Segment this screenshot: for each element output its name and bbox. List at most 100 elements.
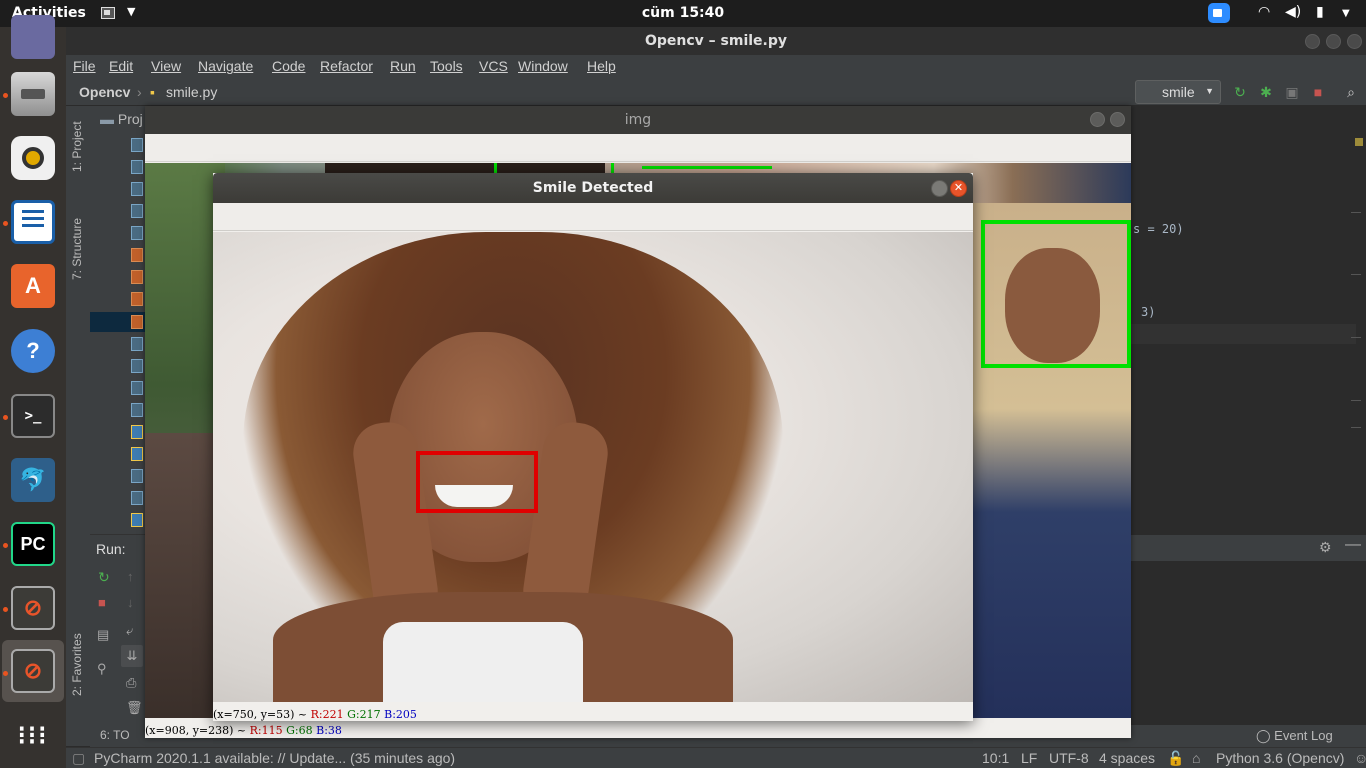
code-fragment: 3) <box>1141 305 1155 319</box>
python-interpreter[interactable]: Python 3.6 (Opencv) <box>1216 750 1344 766</box>
menu-file[interactable]: File <box>73 58 96 74</box>
caret-line-highlight <box>1131 324 1356 344</box>
pin-icon[interactable]: ⚲ <box>97 661 107 677</box>
scroll-to-end-icon[interactable]: ⇊ <box>121 645 143 667</box>
tab-todo[interactable]: 6: TO <box>100 728 130 742</box>
file-icon[interactable] <box>131 381 143 395</box>
stop-icon[interactable]: ■ <box>98 595 106 610</box>
file-icon[interactable] <box>131 337 143 351</box>
pycharm-icon[interactable]: PC <box>11 522 55 566</box>
system-menu-chevron-icon[interactable]: ▼ <box>1342 8 1350 19</box>
rerun-icon[interactable]: ↻ <box>98 569 110 586</box>
coverage-icon[interactable]: ▣ <box>1284 84 1300 100</box>
close-button[interactable] <box>1110 112 1125 127</box>
file-icon[interactable] <box>131 491 143 505</box>
smile-photo[interactable] <box>213 232 973 702</box>
battery-icon[interactable]: ▮ <box>1316 4 1324 20</box>
smile-window-title-bar[interactable]: Smile Detected <box>213 173 973 203</box>
wifi-icon[interactable]: ◠ <box>1258 4 1270 20</box>
minimize-button[interactable] <box>1090 112 1105 127</box>
line-separator[interactable]: LF <box>1021 750 1037 766</box>
file-icon[interactable] <box>131 182 143 196</box>
keyboard-layout-icon[interactable] <box>101 7 115 19</box>
img-window-title-bar[interactable]: img <box>145 106 1131 134</box>
smile-detected-window[interactable]: Smile Detected ✕ (x=750, y=53) ~ R:221 G… <box>213 173 973 721</box>
lock-icon[interactable]: 🔓 <box>1167 750 1184 767</box>
project-panel-header: ▬ Proj <box>100 111 143 127</box>
file-icon[interactable] <box>131 138 143 152</box>
software-icon[interactable]: A <box>11 264 55 308</box>
indent-setting[interactable]: 4 spaces <box>1099 750 1155 766</box>
trash-icon[interactable]: 🗑 <box>126 700 143 716</box>
minimize-panel-icon[interactable]: — <box>1345 536 1361 554</box>
menu-view[interactable]: View <box>151 58 181 74</box>
xml-file-icon[interactable] <box>131 315 143 329</box>
rhythmbox-icon[interactable] <box>11 136 55 180</box>
python-file-icon[interactable] <box>131 447 143 461</box>
print-icon[interactable]: ⎙ <box>126 675 136 691</box>
writer-icon[interactable] <box>11 200 55 244</box>
python-file-icon[interactable] <box>131 513 143 527</box>
close-button[interactable]: ✕ <box>950 180 967 197</box>
terminal-icon[interactable]: >_ <box>11 394 55 438</box>
opencv-window-icon[interactable]: ⊘ <box>11 586 55 630</box>
mail-icon[interactable] <box>11 15 55 59</box>
file-icon[interactable] <box>131 226 143 240</box>
file-icon[interactable] <box>131 160 143 174</box>
layout-icon[interactable]: ▤ <box>97 627 109 643</box>
rerun-icon[interactable]: ↻ <box>1232 84 1248 100</box>
inspector-icon[interactable]: ☺ <box>1354 750 1366 766</box>
volume-icon[interactable]: ◀) <box>1285 4 1301 20</box>
tab-project[interactable]: 1: Project <box>70 121 84 172</box>
run-configuration-select[interactable]: smile ▼ <box>1135 80 1221 104</box>
gear-icon[interactable]: ⚙ <box>1319 539 1332 556</box>
menu-vcs[interactable]: VCS <box>479 58 508 74</box>
close-button[interactable] <box>1347 34 1362 49</box>
breadcrumb-project[interactable]: Opencv <box>79 84 130 100</box>
minimize-button[interactable] <box>931 180 948 197</box>
file-icon[interactable] <box>131 359 143 373</box>
menu-help[interactable]: Help <box>587 58 616 74</box>
files-icon[interactable] <box>11 72 55 116</box>
file-icon[interactable] <box>131 469 143 483</box>
file-encoding[interactable]: UTF-8 <box>1049 750 1089 766</box>
chevron-down-icon[interactable]: ▼ <box>127 5 135 18</box>
xml-file-icon[interactable] <box>131 292 143 306</box>
event-log-button[interactable]: ◯ Event Log <box>1256 728 1333 744</box>
help-icon[interactable]: ? <box>11 329 55 373</box>
menu-window[interactable]: Window <box>518 58 568 74</box>
caret-position[interactable]: 10:1 <box>982 750 1009 766</box>
tab-favorites[interactable]: 2: Favorites <box>70 633 84 696</box>
menu-tools[interactable]: Tools <box>430 58 463 74</box>
file-icon[interactable] <box>131 403 143 417</box>
clock[interactable]: cüm 15:40 <box>0 5 1366 21</box>
menu-refactor[interactable]: Refactor <box>320 58 373 74</box>
update-notification[interactable]: PyCharm 2020.1.1 available: // Update...… <box>94 750 455 766</box>
menu-edit[interactable]: Edit <box>109 58 133 74</box>
menu-run[interactable]: Run <box>390 58 416 74</box>
apps-grid-icon[interactable]: ⁝⁝⁝ <box>11 713 55 757</box>
tab-structure[interactable]: 7: Structure <box>70 218 84 280</box>
run-tool-header: ⚙ — <box>1131 535 1366 561</box>
file-icon[interactable] <box>131 204 143 218</box>
python-file-icon[interactable] <box>131 425 143 439</box>
minimize-button[interactable] <box>1305 34 1320 49</box>
stop-icon[interactable]: ■ <box>1310 84 1326 100</box>
zoom-icon[interactable] <box>1208 3 1230 23</box>
arrow-down-icon[interactable]: ↓ <box>127 595 134 610</box>
opencv-window-icon[interactable]: ⊘ <box>11 649 55 693</box>
mysql-icon[interactable]: 🐬 <box>11 458 55 502</box>
maximize-button[interactable] <box>1326 34 1341 49</box>
xml-file-icon[interactable] <box>131 270 143 284</box>
xml-file-icon[interactable] <box>131 248 143 262</box>
arrow-up-icon[interactable]: ↑ <box>127 569 134 584</box>
inspection-indicator[interactable] <box>1355 138 1363 146</box>
search-everywhere-icon[interactable]: ⌕ <box>1343 84 1359 100</box>
debug-icon[interactable]: ✱ <box>1258 84 1274 100</box>
status-toggle-icon[interactable]: ▢ <box>72 750 85 767</box>
menu-code[interactable]: Code <box>272 58 305 74</box>
menu-navigate[interactable]: Navigate <box>198 58 253 74</box>
soft-wrap-icon[interactable]: ⤶ <box>126 623 133 639</box>
code-editor[interactable]: s = 20) 3) <box>1131 132 1366 510</box>
breadcrumb-file[interactable]: smile.py <box>166 84 217 100</box>
